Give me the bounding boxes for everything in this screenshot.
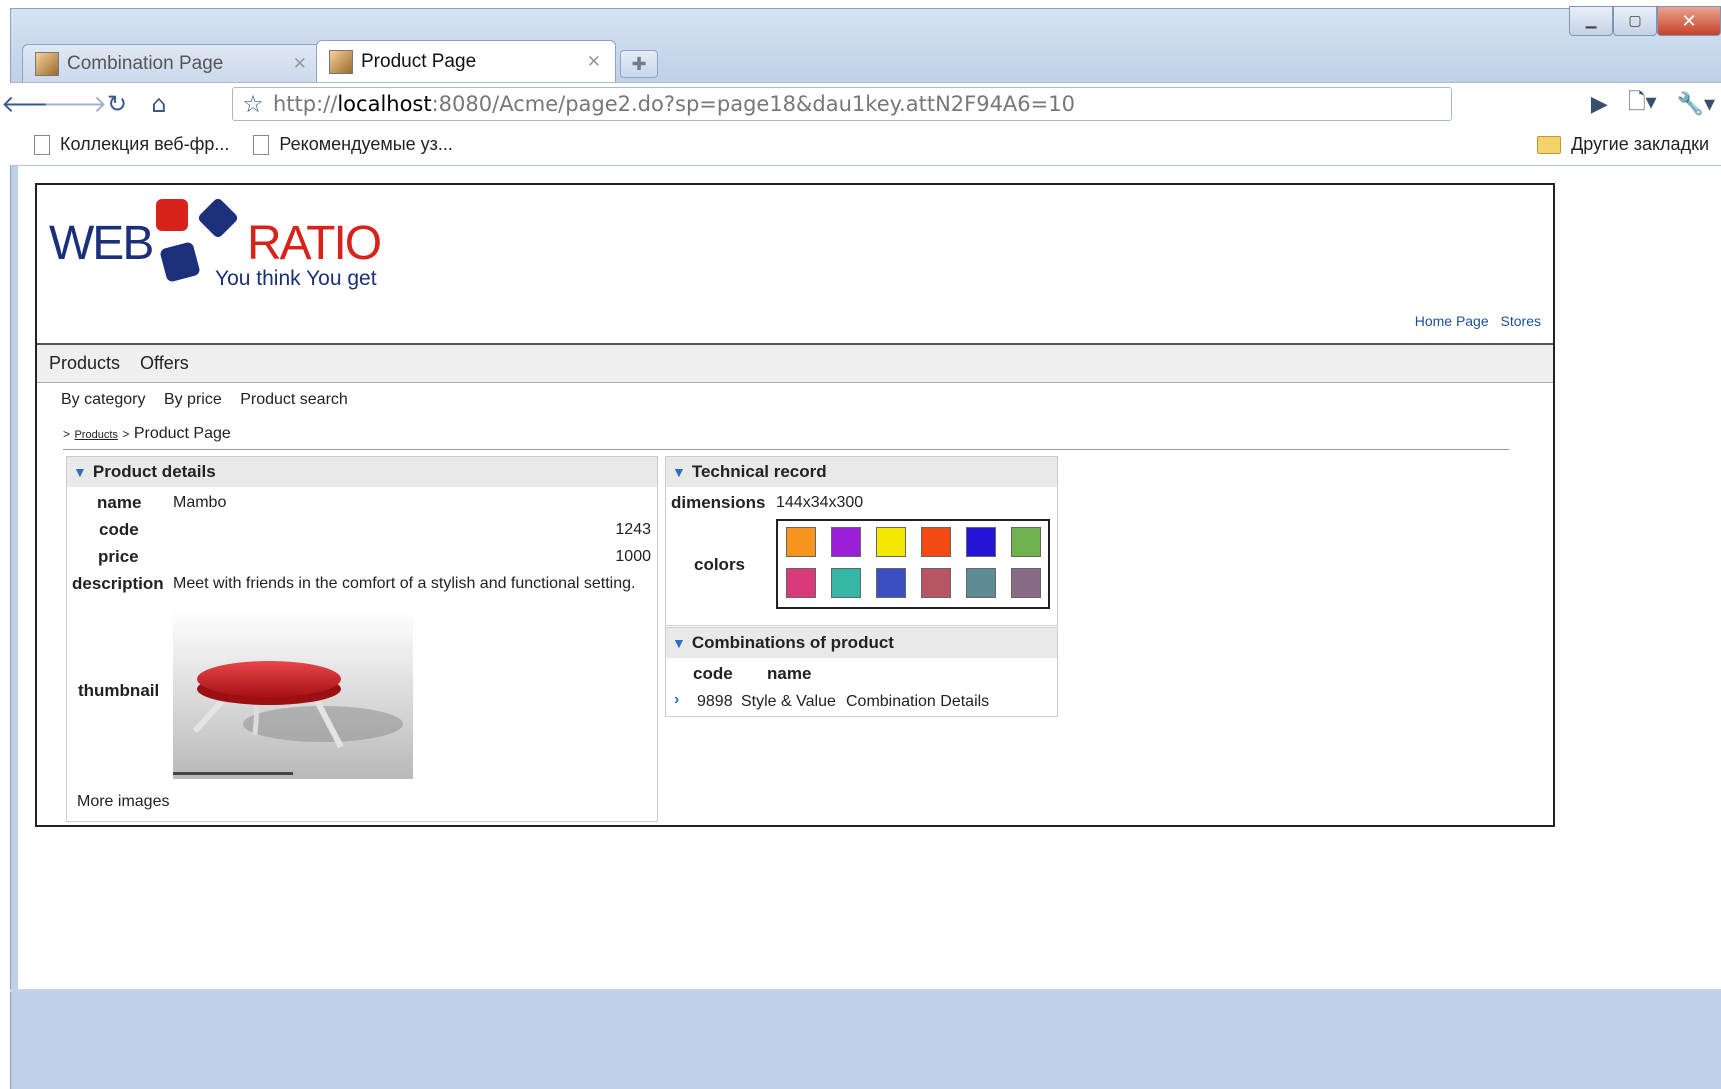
combinations-panel: ▼ Combinations of product code name › 989… [665, 627, 1058, 717]
page-favicon-icon [35, 51, 59, 76]
panel-header[interactable]: ▼ Combinations of product [666, 628, 1057, 658]
logo-blue-diamond [198, 198, 238, 238]
breadcrumb: > Products > Product Page [63, 425, 1509, 450]
bookmark-star-icon[interactable]: ☆ [233, 90, 273, 118]
breadcrumb-current: Product Page [133, 425, 231, 442]
logo-ratio-text: RATIO [247, 217, 381, 270]
home-page-link[interactable]: Home Page [1415, 313, 1489, 329]
description-value: Meet with friends in the comfort of a st… [173, 575, 636, 592]
page-menu-icon[interactable]: 🗋▾ [1628, 85, 1657, 123]
color-swatch[interactable] [786, 527, 816, 557]
thumbnail-label: thumbnail [78, 681, 160, 700]
page-icon [34, 134, 50, 155]
webratio-page: WEB RATIO You think You get Home Page St… [35, 183, 1555, 827]
window-controls: ▁ ▢ ✕ [1569, 6, 1721, 36]
code-label: code [99, 520, 139, 539]
nav-by-price[interactable]: By price [164, 391, 222, 408]
price-label: price [98, 547, 139, 566]
color-swatch-grid [776, 519, 1050, 609]
forward-arrow-icon[interactable]: 🡒 [43, 88, 107, 120]
wrench-menu-icon[interactable]: 🔧▾ [1677, 92, 1715, 117]
chevron-down-icon: ▼ [672, 635, 686, 651]
folder-icon [1537, 135, 1562, 154]
stores-link[interactable]: Stores [1501, 313, 1541, 329]
color-swatch[interactable] [786, 568, 816, 598]
chevron-down-icon: ▼ [73, 464, 87, 480]
bookmark-item[interactable]: Рекомендуемые уз... [253, 134, 453, 155]
chevron-right-icon[interactable]: › [674, 691, 679, 709]
go-arrow-icon[interactable]: ▶ [1591, 92, 1608, 117]
nav-products[interactable]: Products [49, 353, 120, 374]
top-links: Home Page Stores [1407, 313, 1541, 329]
column-header-name: name [767, 664, 812, 683]
code-value: 1243 [615, 521, 651, 538]
price-value: 1000 [615, 548, 651, 565]
bookmarks-bar: Коллекция веб-фр... Рекомендуемые уз... … [10, 124, 1721, 166]
color-swatch[interactable] [966, 527, 996, 557]
name-label: name [97, 493, 142, 512]
color-swatch[interactable] [831, 568, 861, 598]
color-swatch[interactable] [966, 568, 996, 598]
color-swatch[interactable] [1011, 527, 1041, 557]
chevron-down-icon: ▼ [672, 464, 686, 480]
dimensions-value: 144x34x300 [776, 494, 864, 511]
combination-details-link[interactable]: Combination Details [846, 693, 989, 711]
nav-by-category[interactable]: By category [61, 391, 145, 408]
tab-strip: Combination Page ✕ Product Page ✕ ✚ [22, 40, 658, 82]
color-swatch[interactable] [876, 527, 906, 557]
tab-combination-page[interactable]: Combination Page ✕ [22, 44, 322, 82]
sub-nav: By category By price Product search [61, 391, 362, 409]
tab-close-icon[interactable]: ✕ [293, 54, 307, 74]
nav-product-search[interactable]: Product search [240, 391, 348, 408]
technical-record-panel: ▼ Technical record dimensions 144x34x300 … [665, 456, 1058, 626]
name-value: Mambo [173, 494, 227, 511]
product-details-panel: ▼ Product details name Mambo code 1243 pr… [66, 456, 658, 822]
address-bar[interactable]: ☆ http://localhost:8080/Acme/page2.do?sp… [232, 87, 1452, 121]
color-swatch[interactable] [921, 568, 951, 598]
combination-code: 9898 [697, 693, 733, 710]
breadcrumb-products-link[interactable]: Products [74, 429, 117, 441]
column-header-code: code [693, 664, 733, 683]
nav-offers[interactable]: Offers [140, 353, 189, 374]
color-swatch[interactable] [921, 527, 951, 557]
tab-label: Product Page [361, 50, 477, 72]
panel-header[interactable]: ▼ Technical record [666, 457, 1057, 487]
product-thumbnail-image[interactable] [173, 609, 413, 779]
reload-icon[interactable]: ↻ [98, 88, 136, 120]
other-bookmarks[interactable]: Другие закладки [1537, 134, 1709, 155]
description-label: description [72, 574, 164, 593]
panel-header[interactable]: ▼ Product details [67, 457, 657, 487]
maximize-button[interactable]: ▢ [1613, 6, 1657, 36]
window-bottom-edge [10, 989, 1721, 992]
url-text: http://localhost:8080/Acme/page2.do?sp=p… [273, 92, 1075, 116]
main-nav: Products Offers [37, 343, 1553, 383]
browser-toolbar: 🡐 🡒 ↻ ⌂ ☆ http://localhost:8080/Acme/pag… [1, 82, 1721, 124]
more-images-link[interactable]: More images [77, 793, 169, 811]
webratio-logo[interactable]: WEB RATIO You think You get [49, 197, 409, 297]
home-icon[interactable]: ⌂ [140, 88, 178, 120]
page-favicon-icon [329, 49, 353, 74]
tab-label: Combination Page [67, 52, 224, 74]
dimensions-label: dimensions [671, 493, 766, 512]
page-icon [253, 134, 270, 155]
logo-blue-square [160, 242, 200, 282]
logo-web-text: WEB [49, 217, 152, 270]
new-tab-button[interactable]: ✚ [620, 50, 658, 78]
color-swatch[interactable] [831, 527, 861, 557]
minimize-button[interactable]: ▁ [1569, 6, 1613, 36]
combination-name: Style & Value [741, 693, 836, 710]
logo-tagline: You think You get [215, 267, 377, 290]
tab-close-icon[interactable]: ✕ [587, 52, 601, 72]
logo-red-square [156, 199, 188, 231]
close-window-button[interactable]: ✕ [1657, 6, 1721, 36]
colors-label: colors [694, 555, 746, 574]
bookmark-item[interactable]: Коллекция веб-фр... [34, 134, 229, 155]
color-swatch[interactable] [1011, 568, 1041, 598]
tab-product-page[interactable]: Product Page ✕ [316, 40, 616, 82]
color-swatch[interactable] [876, 568, 906, 598]
